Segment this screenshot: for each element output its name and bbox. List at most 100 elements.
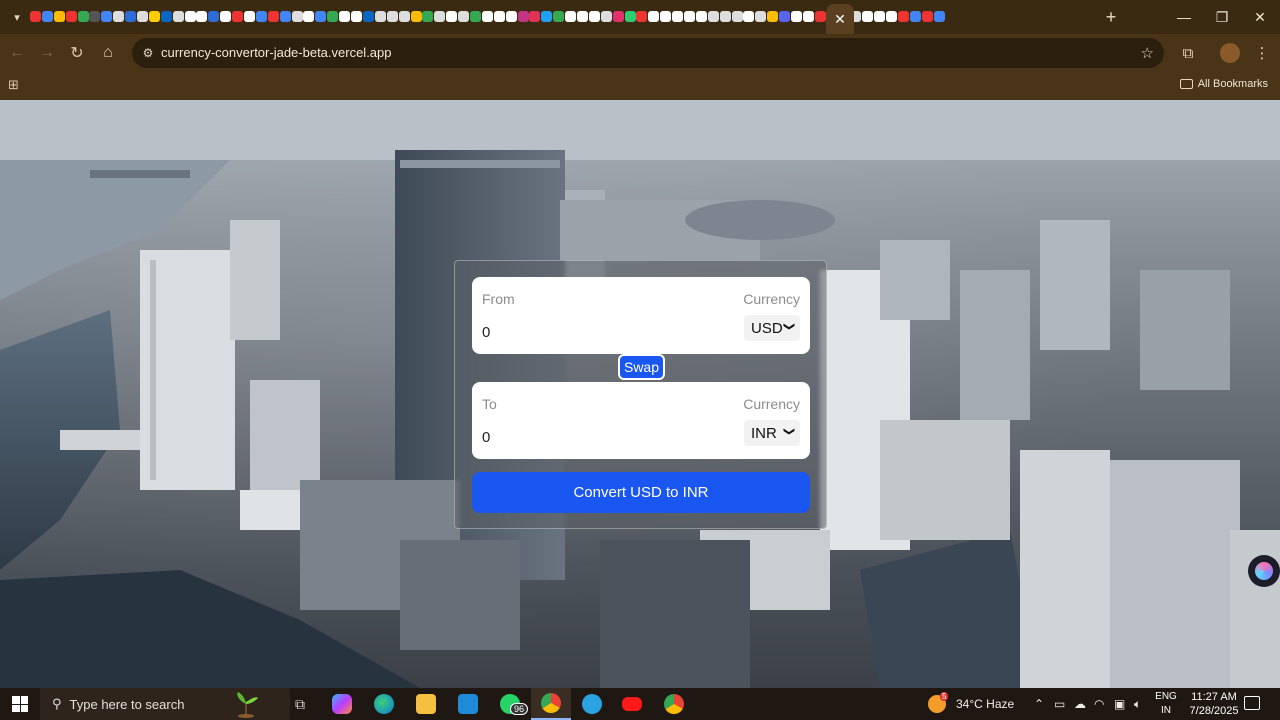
chrome-icon[interactable] <box>654 688 694 720</box>
pinned-tab-favicon-icon[interactable] <box>898 11 910 22</box>
pinned-tab-favicon-icon[interactable] <box>137 11 149 22</box>
pinned-tab-favicon-icon[interactable] <box>469 11 481 22</box>
task-view-icon[interactable]: ⧉ <box>280 688 320 720</box>
pinned-tab-favicon-icon[interactable] <box>41 11 53 22</box>
pinned-tab-favicon-icon[interactable] <box>624 11 636 22</box>
pinned-tab-favicon-icon[interactable] <box>660 11 672 22</box>
pinned-tab-favicon-icon[interactable] <box>208 11 220 22</box>
pinned-tab-favicon-icon[interactable] <box>339 11 351 22</box>
pinned-tab-favicon-icon[interactable] <box>886 11 898 22</box>
pinned-tab-favicon-icon[interactable] <box>731 11 743 22</box>
pinned-tab-favicon-icon[interactable] <box>743 11 755 22</box>
start-button[interactable] <box>0 688 40 720</box>
pinned-tab-favicon-icon[interactable] <box>707 11 719 22</box>
pinned-tab-favicon-icon[interactable] <box>933 11 945 22</box>
pinned-tab-favicon-icon[interactable] <box>695 11 707 22</box>
pinned-tab-favicon-icon[interactable] <box>767 11 779 22</box>
home-icon[interactable]: ⌂ <box>95 41 121 65</box>
pinned-tab-favicon-icon[interactable] <box>267 11 279 22</box>
pinned-tab-favicon-icon[interactable] <box>291 11 303 22</box>
display-icon[interactable]: ▣ <box>1114 688 1125 720</box>
apps-grid-icon[interactable]: ⊞ <box>8 77 19 93</box>
show-hidden-icons-chevron-icon[interactable]: ⌃ <box>1034 688 1044 720</box>
pinned-tab-favicon-icon[interactable] <box>327 11 339 22</box>
pinned-tab-favicon-icon[interactable] <box>196 11 208 22</box>
telegram-icon[interactable] <box>572 688 612 720</box>
pinned-tab-favicon-icon[interactable] <box>458 11 470 22</box>
forward-arrow-icon[interactable]: → <box>34 41 60 65</box>
tab-search-chevron-icon[interactable]: ▾ <box>6 6 28 28</box>
pinned-tab-favicon-icon[interactable] <box>612 11 624 22</box>
pinned-tab-favicon-icon[interactable] <box>65 11 77 22</box>
pinned-tab-favicon-icon[interactable] <box>77 11 89 22</box>
pinned-tab-favicon-icon[interactable] <box>719 11 731 22</box>
to-amount-input[interactable] <box>482 426 682 448</box>
to-currency-select[interactable]: INR ❯ <box>744 420 800 446</box>
pinned-tab-favicon-icon[interactable] <box>493 11 505 22</box>
url-text[interactable]: currency-convertor-jade-beta.vercel.app <box>161 45 392 60</box>
edge-icon[interactable] <box>364 688 404 720</box>
pinned-tab-favicon-icon[interactable] <box>279 11 291 22</box>
volume-icon[interactable]: 🔈︎ <box>1134 688 1141 720</box>
copilot-icon[interactable] <box>322 688 362 720</box>
pinned-tab-favicon-icon[interactable] <box>600 11 612 22</box>
notifications-icon[interactable] <box>1244 696 1260 710</box>
language-indicator[interactable]: ENG IN <box>1152 690 1180 718</box>
pinned-tab-favicon-icon[interactable] <box>351 11 363 22</box>
pinned-tab-favicon-icon[interactable] <box>220 11 232 22</box>
maximize-icon[interactable]: ❐ <box>1204 4 1240 30</box>
minimize-icon[interactable]: — <box>1166 4 1202 30</box>
pinned-tab-favicon-icon[interactable] <box>446 11 458 22</box>
file-explorer-icon[interactable] <box>406 688 446 720</box>
from-amount-input[interactable] <box>482 321 682 343</box>
bookmark-star-icon[interactable]: ☆ <box>1141 44 1154 62</box>
battery-icon[interactable]: ▭ <box>1054 688 1065 720</box>
pinned-tab-favicon-icon[interactable] <box>541 11 553 22</box>
pinned-tab-favicon-icon[interactable] <box>791 11 802 22</box>
all-bookmarks-button[interactable]: All Bookmarks <box>1179 78 1268 90</box>
pinned-tab-favicon-icon[interactable] <box>148 11 160 22</box>
back-arrow-icon[interactable]: ← <box>4 41 30 65</box>
pinned-tab-favicon-icon[interactable] <box>410 11 422 22</box>
pinned-tab-favicon-icon[interactable] <box>779 11 791 22</box>
pinned-tab-favicon-icon[interactable] <box>505 11 517 22</box>
pinned-tab-favicon-icon[interactable] <box>244 11 256 22</box>
pinned-tab-favicon-icon[interactable] <box>89 11 101 22</box>
more-menu-icon[interactable]: ⋮ <box>1250 42 1274 64</box>
pinned-tab-favicon-icon[interactable] <box>30 11 41 22</box>
swap-button[interactable]: Swap <box>618 354 665 380</box>
vscode-icon[interactable] <box>448 688 488 720</box>
pinned-tab-favicon-icon[interactable] <box>184 11 196 22</box>
pinned-tab-favicon-icon[interactable] <box>101 11 113 22</box>
pinned-tab-favicon-icon[interactable] <box>53 11 65 22</box>
pinned-tab-favicon-icon[interactable] <box>172 11 184 22</box>
pinned-tab-favicon-icon[interactable] <box>862 11 874 22</box>
active-tab[interactable]: ✕ <box>826 4 854 34</box>
chrome-active-icon[interactable] <box>531 688 571 720</box>
pinned-tab-favicon-icon[interactable] <box>422 11 434 22</box>
pinned-tab-favicon-icon[interactable] <box>909 11 921 22</box>
pinned-tab-favicon-icon[interactable] <box>636 11 648 22</box>
new-tab-button[interactable]: + <box>1100 6 1122 28</box>
pinned-tab-favicon-icon[interactable] <box>921 11 933 22</box>
pinned-tab-favicon-icon[interactable] <box>874 11 886 22</box>
site-info-icon[interactable]: ⚙ <box>140 45 156 61</box>
whatsapp-icon[interactable]: 96 <box>490 688 530 720</box>
pinned-tab-favicon-icon[interactable] <box>362 11 374 22</box>
convert-button[interactable]: Convert USD to INR <box>472 472 810 513</box>
pinned-tab-favicon-icon[interactable] <box>113 11 125 22</box>
pinned-tab-favicon-icon[interactable] <box>398 11 410 22</box>
reload-icon[interactable]: ↻ <box>64 41 90 65</box>
clock[interactable]: 11:27 AM 7/28/2025 <box>1184 690 1244 718</box>
pinned-tab-favicon-icon[interactable] <box>374 11 386 22</box>
profile-avatar[interactable] <box>1218 42 1242 64</box>
pinned-tab-favicon-icon[interactable] <box>576 11 588 22</box>
pinned-tab-favicon-icon[interactable] <box>255 11 267 22</box>
extensions-icon[interactable]: ⧉ <box>1176 42 1200 64</box>
pinned-tab-favicon-icon[interactable] <box>553 11 565 22</box>
pinned-tab-favicon-icon[interactable] <box>434 11 446 22</box>
pinned-tab-favicon-icon[interactable] <box>672 11 684 22</box>
address-bar[interactable]: ⚙ currency-convertor-jade-beta.vercel.ap… <box>132 38 1164 68</box>
close-tab-icon[interactable]: ✕ <box>834 11 846 28</box>
pinned-tab-favicon-icon[interactable] <box>303 11 315 22</box>
